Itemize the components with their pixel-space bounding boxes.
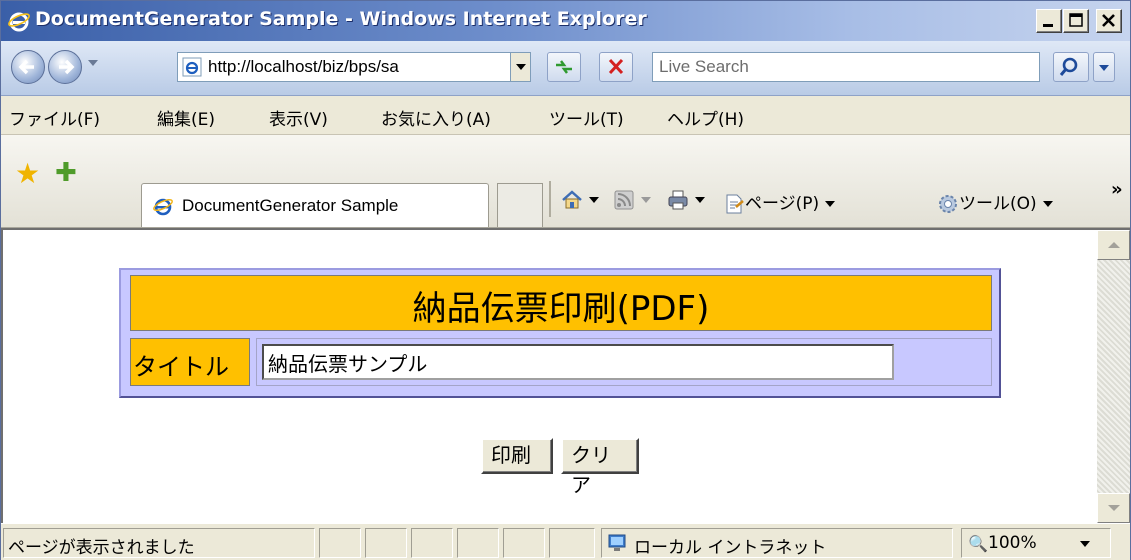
status-text-panel: ページが表示されました: [3, 528, 315, 558]
close-icon: [1102, 14, 1115, 27]
zoom-level: 100%: [988, 533, 1037, 553]
page-ie-icon: [182, 57, 202, 77]
add-favorites-icon[interactable]: ✚: [55, 160, 77, 186]
tools-menu-button[interactable]: ツール(O): [937, 189, 1059, 217]
new-tab-button[interactable]: [497, 183, 543, 227]
page-menu-button[interactable]: ページ(P): [723, 189, 841, 217]
menu-help[interactable]: ヘルプ(H): [667, 105, 744, 130]
toolbar-separator: [549, 181, 551, 217]
window-title: DocumentGenerator Sample - Windows Inter…: [35, 8, 647, 30]
title-bar: DocumentGenerator Sample - Windows Inter…: [1, 1, 1130, 41]
menu-tools[interactable]: ツール(T): [549, 105, 624, 130]
print-toolbar-button[interactable]: [667, 189, 711, 217]
security-zone-label: ローカル イントラネット: [634, 538, 827, 558]
minimize-icon: [1043, 24, 1053, 27]
search-options-button[interactable]: [1093, 52, 1115, 82]
scroll-down-button[interactable]: [1097, 493, 1130, 523]
home-button[interactable]: [561, 189, 605, 217]
recent-pages-dropdown-icon[interactable]: [88, 60, 98, 66]
form-heading-cell: 納品伝票印刷(PDF): [130, 275, 992, 331]
title-label-cell: タイトル: [130, 338, 250, 386]
menu-file[interactable]: ファイル(F): [9, 105, 100, 130]
page-menu-label: ページ(P): [745, 194, 820, 214]
toolbar-overflow-chevrons[interactable]: »: [1111, 179, 1123, 200]
gear-icon: [939, 195, 957, 213]
ie-logo-icon: [8, 12, 30, 32]
page-content: 納品伝票印刷(PDF) タイトル 納品伝票サンプル 印刷 クリア: [1, 228, 1130, 523]
security-zone-panel[interactable]: ローカル イントラネット: [601, 528, 953, 558]
maximize-icon: [1069, 13, 1083, 27]
search-icon: [1059, 57, 1078, 76]
status-panel-empty: [319, 528, 361, 558]
zoom-panel[interactable]: 🔍 100%: [961, 528, 1111, 558]
status-panel-empty: [411, 528, 453, 558]
title-label: タイトル: [133, 353, 229, 381]
browser-window: DocumentGenerator Sample - Windows Inter…: [0, 0, 1131, 560]
status-text: ページが表示されました: [8, 538, 195, 558]
ie-logo-icon: [153, 198, 173, 216]
clear-button[interactable]: クリア: [561, 438, 639, 497]
close-button[interactable]: [1096, 9, 1122, 33]
tools-menu-label: ツール(O): [959, 194, 1037, 214]
page-icon: [726, 194, 744, 214]
tab-toolbar: ★ ✚ DocumentGenerator Sample ページ(P) ツール(…: [1, 135, 1130, 228]
form-heading: 納品伝票印刷(PDF): [412, 289, 710, 329]
address-toolbar: http://localhost/biz/bps/sa Live Search: [1, 41, 1130, 96]
stop-button[interactable]: [599, 52, 633, 82]
tab-label: DocumentGenerator Sample: [182, 196, 399, 215]
search-placeholder: Live Search: [659, 57, 749, 76]
minimize-button[interactable]: [1036, 9, 1062, 33]
form-table: 納品伝票印刷(PDF) タイトル 納品伝票サンプル: [119, 268, 1001, 398]
search-button[interactable]: [1053, 52, 1089, 82]
printer-icon: [668, 190, 688, 210]
forward-arrow-icon: [59, 59, 75, 75]
status-panel-empty: [457, 528, 499, 558]
back-arrow-icon: [18, 59, 34, 75]
menu-bar: ファイル(F) 編集(E) 表示(V) お気に入り(A) ツール(T) ヘルプ(…: [1, 96, 1130, 135]
forward-button[interactable]: [48, 50, 82, 84]
status-panel-empty: [503, 528, 545, 558]
favorites-center-icon[interactable]: ★: [15, 160, 40, 188]
menu-favorites[interactable]: お気に入り(A): [381, 105, 491, 130]
feeds-button[interactable]: [613, 189, 657, 217]
stop-icon: [608, 58, 624, 75]
address-dropdown-button[interactable]: [510, 53, 530, 81]
intranet-zone-icon: [608, 534, 626, 551]
title-input[interactable]: 納品伝票サンプル: [262, 344, 894, 380]
feeds-icon: [614, 190, 634, 210]
address-field[interactable]: http://localhost/biz/bps/sa: [177, 52, 531, 82]
vertical-scrollbar[interactable]: [1097, 230, 1130, 523]
maximize-button[interactable]: [1063, 9, 1089, 33]
home-icon: [562, 190, 582, 209]
status-panel-empty: [549, 528, 595, 558]
status-bar: ページが表示されました ローカル イントラネット 🔍 100%: [1, 523, 1130, 560]
address-url: http://localhost/biz/bps/sa: [208, 57, 399, 76]
search-field[interactable]: Live Search: [652, 52, 1040, 82]
back-button[interactable]: [11, 50, 45, 84]
menu-view[interactable]: 表示(V): [269, 105, 328, 130]
title-input-cell: 納品伝票サンプル: [256, 338, 992, 386]
status-panel-empty: [365, 528, 407, 558]
zoom-dropdown-icon[interactable]: [1080, 541, 1090, 547]
refresh-button[interactable]: [547, 52, 581, 82]
tab-document-generator[interactable]: DocumentGenerator Sample: [141, 183, 489, 227]
zoom-magnifier-icon: 🔍: [968, 534, 988, 553]
scroll-up-button[interactable]: [1097, 230, 1130, 260]
print-button[interactable]: 印刷: [481, 438, 553, 474]
menu-edit[interactable]: 編集(E): [157, 105, 215, 130]
refresh-icon: [556, 60, 572, 74]
